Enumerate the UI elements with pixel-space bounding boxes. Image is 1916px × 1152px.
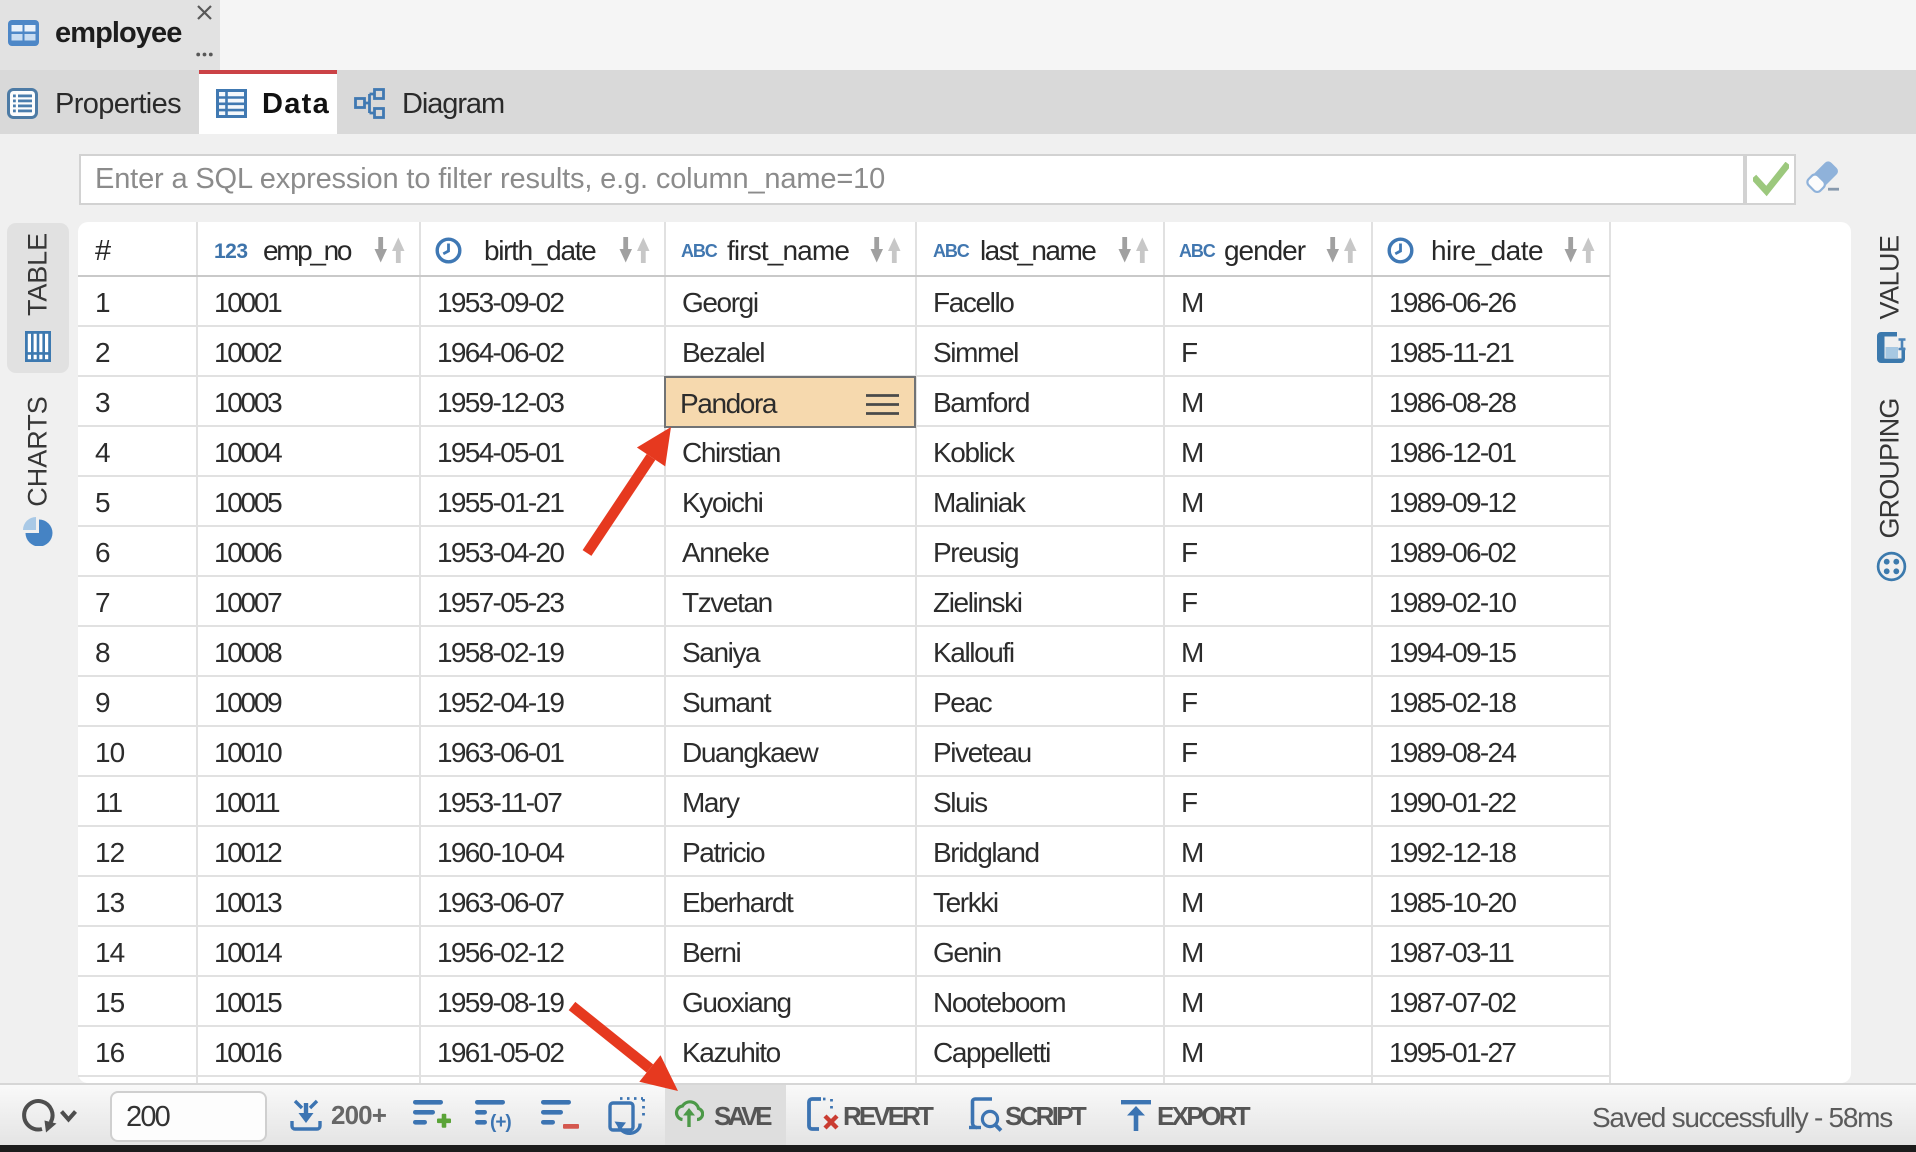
svg-text:(+): (+) <box>490 1112 511 1133</box>
